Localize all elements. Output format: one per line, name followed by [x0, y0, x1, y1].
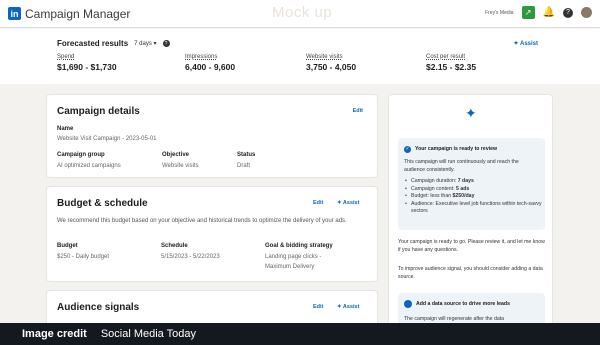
credit-label: Image credit — [22, 328, 87, 340]
budget-value: $250 - Daily budget — [57, 254, 110, 260]
metric-value: 3,750 - 4,050 — [306, 62, 357, 72]
metric-label[interactable]: Impressions — [185, 54, 235, 60]
metric-website-visits: Website visits 3,750 - 4,050 — [306, 54, 356, 72]
metric-value: $2.15 - $2.35 — [426, 62, 477, 72]
assistant-message-2: To improve audience signal, you should c… — [398, 266, 543, 280]
data-source-title: Add a data source to drive more leads — [416, 301, 510, 307]
audience-edit-button[interactable]: Edit — [313, 304, 323, 310]
forecast-panel: Forecasted results 7 days ▾ ? ✦ Assist S… — [0, 29, 600, 84]
forecast-help-icon[interactable]: ? — [162, 40, 170, 47]
status-label: Status — [237, 152, 256, 158]
account-badge-icon[interactable]: ↗ — [521, 6, 535, 19]
review-text: This campaign will run continuously and … — [404, 159, 519, 173]
top-bar: in Campaign Manager Mock up Frey's Media… — [0, 0, 600, 28]
campaign-details-title: Campaign details — [57, 106, 140, 117]
schedule-value: 5/15/2023 - 5/22/2023 — [161, 254, 220, 260]
mockup-watermark: Mock up — [272, 4, 333, 21]
linkedin-logo-icon: in — [8, 7, 21, 20]
app-title: Campaign Manager — [25, 6, 131, 21]
campaign-details-card: Campaign details Edit Name Website Visit… — [46, 94, 378, 178]
review-summary-box: ✓ Your campaign is ready to review This … — [398, 138, 545, 230]
budget-description: We recommend this budget based on your o… — [57, 218, 347, 224]
budget-label: Budget — [57, 243, 78, 249]
review-title: Your campaign is ready to review — [415, 146, 498, 152]
audience-signals-title: Audience signals — [57, 302, 140, 313]
review-bullets: Campaign duration: 7 days Campaign conte… — [404, 178, 542, 216]
image-credit-bar: Image credit Social Media Today — [0, 323, 600, 345]
name-label: Name — [57, 126, 74, 132]
list-item: Budget: less than $250/day — [404, 193, 542, 201]
days-dropdown[interactable]: 7 days ▾ — [134, 40, 156, 47]
budget-schedule-card: Budget & schedule Edit ✦ Assist We recom… — [46, 186, 378, 282]
audience-assist-button[interactable]: ✦ Assist — [337, 304, 359, 310]
status-badge: Draft — [237, 163, 251, 169]
objective-value: Website visits — [162, 163, 199, 169]
credit-source: Social Media Today — [100, 328, 196, 340]
metric-cost-per-result: Cost per result $2.15 - $2.35 — [426, 54, 476, 72]
budget-edit-button[interactable]: Edit — [313, 200, 323, 206]
goal-bidding-value-2: Maximum Delivery — [265, 264, 315, 270]
ai-assistant-panel: ✦ ✓ Your campaign is ready to review Thi… — [388, 94, 553, 335]
metric-value: $1,690 - $1,730 — [57, 62, 117, 72]
assistant-message: Your campaign is ready to go. Please rev… — [398, 239, 545, 253]
data-source-text: The campaign will regenerate after the d… — [404, 316, 505, 322]
list-item: Campaign content: 5 ads — [404, 186, 542, 194]
metric-label[interactable]: Cost per result — [426, 54, 476, 60]
avatar[interactable] — [581, 7, 592, 18]
metric-value: 6,400 - 9,600 — [185, 62, 236, 72]
list-item: Campaign duration: 7 days — [404, 178, 542, 186]
campaign-group-label: Campaign group — [57, 152, 105, 158]
help-icon[interactable]: ? — [563, 7, 573, 18]
forecast-title: Forecasted results — [57, 39, 129, 48]
budget-schedule-title: Budget & schedule — [57, 198, 148, 209]
app-logo[interactable]: in Campaign Manager — [8, 7, 130, 21]
name-value: Website Visit Campaign - 2023-05-01 — [57, 136, 157, 142]
schedule-label: Schedule — [161, 243, 188, 249]
forecast-assist-button[interactable]: ✦ Assist — [514, 40, 538, 47]
metric-spend: Spend $1,690 - $1,730 — [57, 54, 117, 72]
metric-impressions: Impressions 6,400 - 9,600 — [185, 54, 235, 72]
campaign-group-value: AI optimized campaigns — [57, 163, 121, 169]
goal-bidding-label: Goal & bidding strategy — [265, 243, 333, 249]
objective-label: Objective — [162, 152, 190, 158]
lightbulb-icon — [404, 300, 412, 308]
metric-label[interactable]: Spend — [57, 54, 117, 60]
metric-label[interactable]: Website visits — [306, 54, 356, 60]
budget-assist-button[interactable]: ✦ Assist — [337, 200, 359, 206]
account-name[interactable]: Frey's Media — [485, 10, 513, 16]
notifications-bell-icon[interactable]: 🔔 — [543, 7, 555, 18]
check-icon: ✓ — [404, 145, 411, 153]
sparkle-icon: ✦ — [465, 105, 477, 121]
goal-bidding-value: Landing page clicks - — [265, 254, 322, 260]
top-right-controls: Frey's Media ↗ 🔔 ? — [485, 6, 592, 19]
list-item: Audience: Executive level job functions … — [404, 201, 542, 216]
campaign-details-edit-button[interactable]: Edit — [353, 108, 363, 114]
